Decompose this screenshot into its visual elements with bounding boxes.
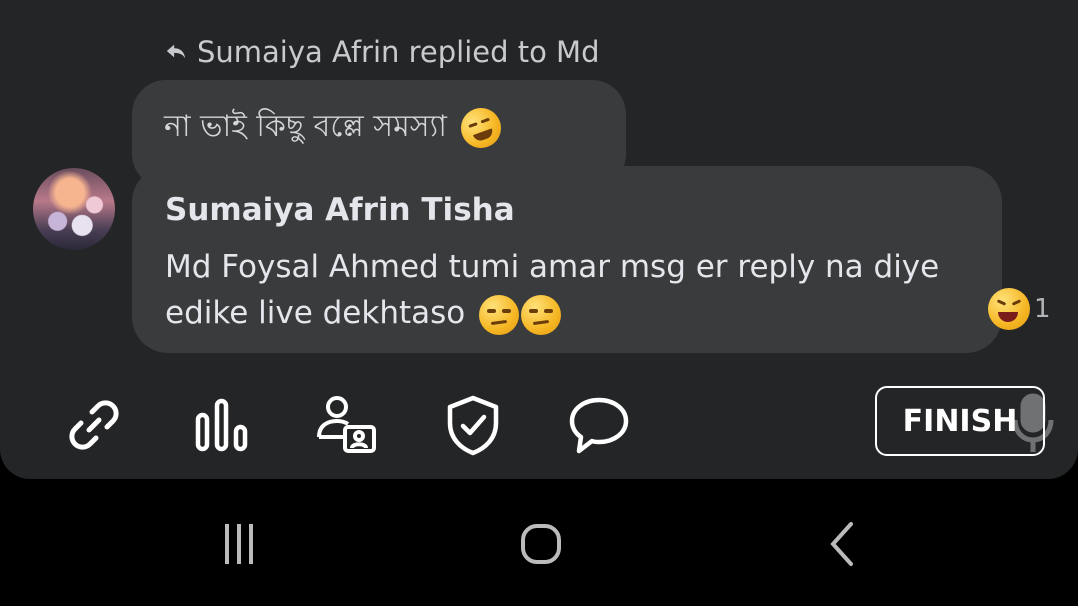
comment-text-block: Md Foysal Ahmed tumi amar msg er reply n… [165,244,975,336]
reply-arrow-icon [165,35,187,69]
back-icon[interactable] [808,509,878,579]
rolling-laughing-emoji-icon [454,101,507,154]
microphone-icon [1010,392,1056,454]
home-icon[interactable] [506,509,576,579]
reaction-badge[interactable]: 1 [988,288,1051,330]
comments-icon[interactable] [564,390,634,460]
unamused-emoji-icon [521,294,562,335]
avatar[interactable] [33,168,115,250]
guest-icon[interactable] [311,390,381,460]
comment-bubble[interactable]: Sumaiya Afrin Tisha Md Foysal Ahmed tumi… [132,166,1002,353]
laughing-emoji-icon [988,288,1030,330]
reply-context: Sumaiya Afrin replied to Md [165,30,600,74]
quoted-message: না ভাই কিছু বল্লে সমস্যা [164,101,507,154]
reply-context-text: Sumaiya Afrin replied to Md [197,35,600,69]
moderation-shield-icon[interactable] [438,390,508,460]
system-navigation-bar [0,479,1078,606]
recent-apps-icon[interactable] [204,509,274,579]
quoted-message-text: না ভাই কিছু বল্লে সমস্যা [164,109,447,144]
poll-icon[interactable] [186,390,256,460]
reaction-count: 1 [1034,294,1051,324]
unamused-emoji-icon [479,294,520,335]
link-icon[interactable] [59,390,129,460]
sender-name[interactable]: Sumaiya Afrin Tisha [165,192,515,228]
